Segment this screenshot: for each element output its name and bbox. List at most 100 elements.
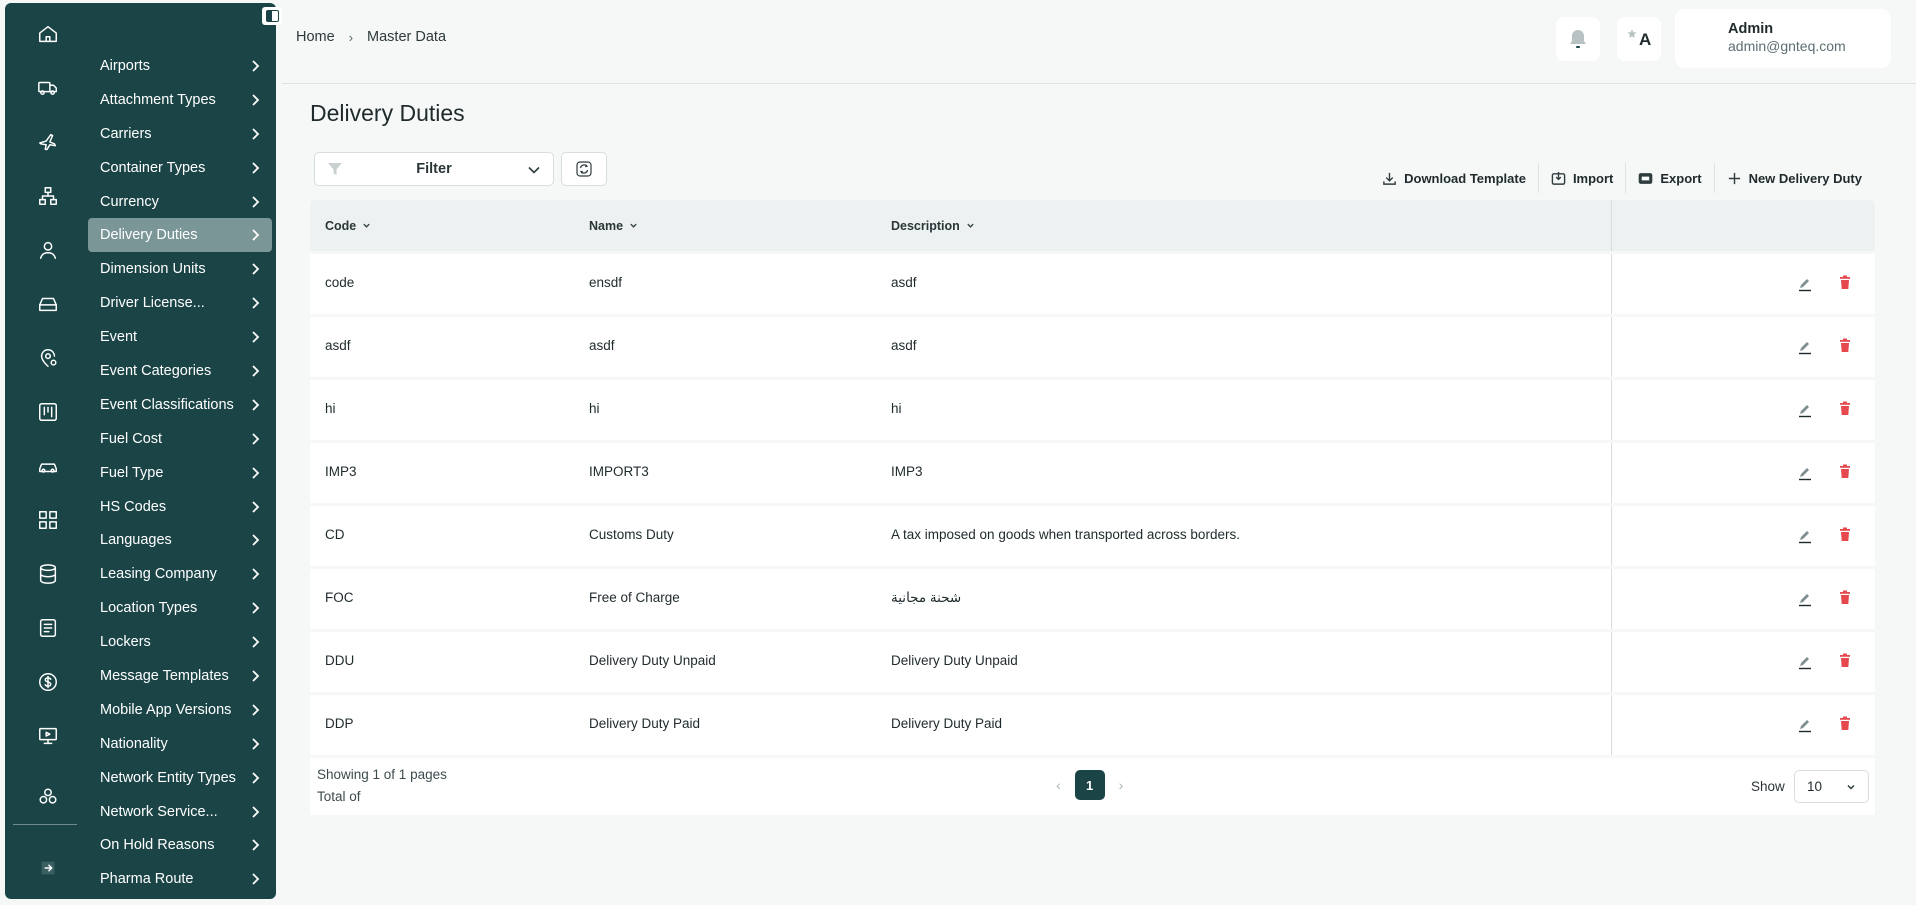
edit-icon[interactable] [1797,654,1813,670]
sidebar-item[interactable]: Mobile App Versions [88,693,272,727]
edit-icon[interactable] [1797,717,1813,733]
page-size-select[interactable]: 10 [1794,770,1869,803]
sidebar-item[interactable]: Event Classifications [88,388,272,422]
delete-icon[interactable] [1838,275,1852,291]
column-divider [1611,380,1612,440]
delete-icon[interactable] [1838,590,1852,606]
sidebar-item[interactable]: Currency [88,185,272,219]
prev-page-icon[interactable]: ‹ [1056,777,1061,793]
delete-icon[interactable] [1838,401,1852,417]
cell-code: DDU [325,653,355,668]
column-divider [1611,695,1612,755]
sidebar-item[interactable]: Location Types [88,591,272,625]
breadcrumb-home[interactable]: Home [296,29,335,45]
logout-icon[interactable] [30,850,66,886]
sidebar-item[interactable]: Dimension Units [88,252,272,286]
edit-icon[interactable] [1797,591,1813,607]
new-delivery-duty-button[interactable]: New Delivery Duty [1715,163,1874,193]
table-row[interactable]: code ensdf asdf [310,254,1875,314]
plane-icon[interactable] [30,124,66,160]
column-header-name[interactable]: Name [589,219,638,233]
delete-icon[interactable] [1838,464,1852,480]
sidebar-item[interactable]: Fuel Type [88,456,272,490]
language-button[interactable]: A [1617,17,1661,61]
table-row[interactable]: DDP Delivery Duty Paid Delivery Duty Paid [310,695,1875,755]
breadcrumb-separator-icon: › [348,29,354,45]
column-header-code[interactable]: Code [325,219,371,233]
edit-icon[interactable] [1797,528,1813,544]
kanban-icon[interactable] [30,394,66,430]
import-button[interactable]: Import [1539,163,1627,193]
sidebar-item[interactable]: Event Categories [88,354,272,388]
user-profile[interactable]: Admin admin@gnteq.com [1675,9,1891,68]
presentation-icon[interactable] [30,718,66,754]
filter-label: Filter [416,161,452,177]
sidebar-item-label: Event [100,329,138,346]
car-icon[interactable] [30,448,66,484]
sidebar-item[interactable]: Network Service... [88,795,272,829]
chevron-right-icon [250,500,260,514]
chevron-right-icon [250,127,260,141]
sidebar-item[interactable]: Airports [88,49,272,83]
table-row[interactable]: DDU Delivery Duty Unpaid Delivery Duty Unp… [310,632,1875,692]
sidebar-item[interactable]: Message Templates [88,659,272,693]
table-row[interactable]: CD Customs Duty A tax imposed on goods whe… [310,506,1875,566]
column-divider [1611,200,1612,251]
storage-icon[interactable] [30,286,66,322]
refresh-button[interactable] [561,152,607,186]
page-size-label: Show [1751,779,1785,794]
sidebar-item[interactable]: Fuel Cost [88,422,272,456]
edit-icon[interactable] [1797,402,1813,418]
home-icon[interactable] [30,16,66,52]
table-row[interactable]: hi hi hi [310,380,1875,440]
cell-name: Delivery Duty Paid [589,716,701,731]
total-summary: Total of [317,789,361,804]
download-template-button[interactable]: Download Template [1370,163,1539,193]
sidebar-item[interactable]: Leasing Company [88,557,272,591]
page-button-current[interactable]: 1 [1074,770,1105,800]
sidebar-item-label: Fuel Cost [100,430,163,447]
next-page-icon[interactable]: › [1119,777,1124,793]
delete-icon[interactable] [1838,653,1852,669]
truck-icon[interactable] [30,70,66,106]
filter-dropdown[interactable]: Filter [314,152,554,186]
sidebar-item[interactable]: Container Types [88,151,272,185]
document-list-icon[interactable] [30,610,66,646]
sidebar-item[interactable]: Nationality [88,727,272,761]
notifications-button[interactable] [1556,17,1600,61]
sidebar-item[interactable]: Lockers [88,625,272,659]
delete-icon[interactable] [1838,338,1852,354]
network-icon[interactable] [30,178,66,214]
location-user-icon[interactable] [30,340,66,376]
sidebar-item[interactable]: Carriers [88,117,272,151]
table-row[interactable]: IMP3 IMPORT3 IMP3 [310,443,1875,503]
delete-icon[interactable] [1838,527,1852,543]
sidebar-item[interactable]: On Hold Reasons [88,828,272,862]
edit-icon[interactable] [1797,276,1813,292]
sidebar-item[interactable]: Network Entity Types [88,761,272,795]
sidebar-item[interactable]: Event [88,320,272,354]
sort-chevron-icon [363,223,370,228]
sidebar-item[interactable]: Attachment Types [88,83,272,117]
edit-icon[interactable] [1797,339,1813,355]
delete-icon[interactable] [1838,716,1852,732]
sidebar-item[interactable]: HS Codes [88,490,272,524]
sidebar-item-label: Pharma Route [100,871,194,888]
cluster-icon[interactable] [30,779,66,815]
sidebar-item[interactable]: Languages [88,523,272,557]
user-icon[interactable] [30,232,66,268]
table-header: Code Name Description [310,200,1875,251]
database-icon[interactable] [30,556,66,592]
sidebar-item[interactable]: Delivery Duties [88,218,272,253]
sidebar-item[interactable]: Driver License... [88,286,272,320]
dollar-icon[interactable] [30,664,66,700]
column-divider [1611,506,1612,566]
column-header-description[interactable]: Description [891,219,975,233]
sidebar-item[interactable]: Pharma Route [88,862,272,896]
edit-icon[interactable] [1797,465,1813,481]
table-row[interactable]: FOC Free of Charge شحنة مجانية [310,569,1875,629]
sidebar-collapse-toggle[interactable] [262,7,282,25]
export-button[interactable]: Export [1626,163,1715,193]
table-row[interactable]: asdf asdf asdf [310,317,1875,377]
grid-icon[interactable] [30,502,66,538]
